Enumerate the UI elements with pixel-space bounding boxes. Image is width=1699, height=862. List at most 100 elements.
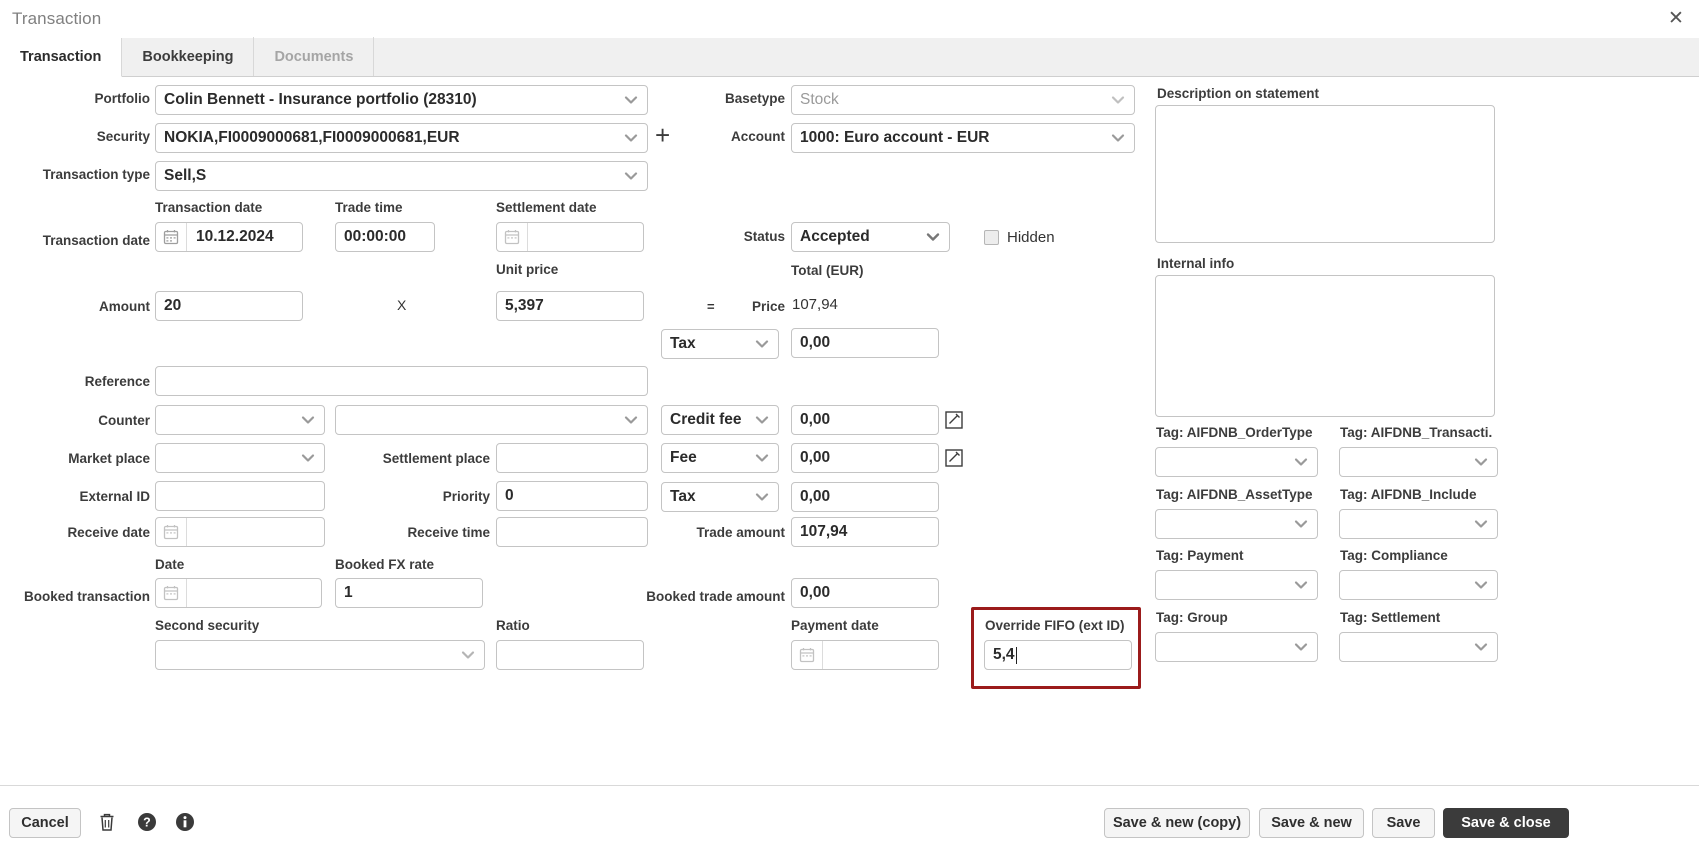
save-new-button[interactable]: Save & new xyxy=(1259,808,1364,838)
fee-amount-input[interactable]: 0,00 xyxy=(791,443,939,473)
chevron-down-icon xyxy=(1110,92,1126,108)
chevron-down-icon xyxy=(1110,130,1126,146)
status-select[interactable]: Accepted xyxy=(791,222,950,252)
priority-input[interactable]: 0 xyxy=(496,481,648,511)
receive-date-input[interactable] xyxy=(155,517,325,547)
cancel-button[interactable]: Cancel xyxy=(9,808,81,838)
booked-date-input[interactable] xyxy=(155,578,322,608)
text-caret xyxy=(1015,646,1017,664)
tag-order-type-select[interactable] xyxy=(1155,447,1318,477)
booked-fx-rate-value: 1 xyxy=(344,584,353,601)
tag-compliance-select[interactable] xyxy=(1339,570,1498,600)
external-id-input[interactable] xyxy=(155,481,325,511)
basetype-select[interactable]: Stock xyxy=(791,85,1135,115)
edit-icon[interactable] xyxy=(945,449,963,467)
reference-input[interactable] xyxy=(155,366,648,396)
save-close-button[interactable]: Save & close xyxy=(1443,808,1569,838)
transaction-date-value: 10.12.2024 xyxy=(196,228,274,245)
calendar-icon[interactable] xyxy=(497,223,528,251)
description-textarea[interactable] xyxy=(1155,105,1495,243)
unit-price-input[interactable]: 5,397 xyxy=(496,291,644,321)
amount-value: 20 xyxy=(164,297,182,314)
counter-secondary-select[interactable] xyxy=(335,405,648,435)
market-place-select[interactable] xyxy=(155,443,325,473)
tag-transaction-select[interactable] xyxy=(1339,447,1498,477)
hidden-checkbox-wrap[interactable]: Hidden xyxy=(984,229,1055,246)
tax2-select-value: Tax xyxy=(670,488,696,505)
second-security-select[interactable] xyxy=(155,640,485,670)
calendar-icon[interactable] xyxy=(792,641,823,669)
help-icon[interactable]: ? xyxy=(137,812,157,837)
chevron-down-icon xyxy=(460,647,476,663)
chevron-down-icon xyxy=(1293,639,1309,655)
settlement-date-input[interactable] xyxy=(496,222,644,252)
tag-group-caption: Tag: Group xyxy=(1156,610,1228,625)
tax2-select[interactable]: Tax xyxy=(661,482,779,512)
tag-settlement-select[interactable] xyxy=(1339,632,1498,662)
tag-group-select[interactable] xyxy=(1155,632,1318,662)
save-button[interactable]: Save xyxy=(1372,808,1435,838)
calendar-icon[interactable] xyxy=(156,518,187,546)
tab-filler xyxy=(374,37,1699,76)
tag-payment-select[interactable] xyxy=(1155,570,1318,600)
settlement-place-label: Settlement place xyxy=(382,451,490,466)
portfolio-select[interactable]: Colin Bennett - Insurance portfolio (283… xyxy=(155,85,648,115)
chevron-down-icon xyxy=(623,92,639,108)
receive-time-input[interactable] xyxy=(496,517,648,547)
credit-fee-amount-value: 0,00 xyxy=(800,411,831,428)
info-icon[interactable] xyxy=(175,812,195,837)
account-select[interactable]: 1000: Euro account - EUR xyxy=(791,123,1135,153)
tag-transaction-caption: Tag: AIFDNB_Transacti. xyxy=(1340,425,1493,440)
tax2-amount-input[interactable]: 0,00 xyxy=(791,482,939,512)
transaction-date-label: Transaction date xyxy=(42,233,150,248)
settlement-place-input[interactable] xyxy=(496,443,648,473)
description-caption: Description on statement xyxy=(1157,86,1320,101)
tab-documents[interactable]: Documents xyxy=(254,37,375,76)
counter-select[interactable] xyxy=(155,405,325,435)
chevron-down-icon xyxy=(300,450,316,466)
price-label: Price xyxy=(751,299,785,314)
tab-transaction[interactable]: Transaction xyxy=(0,38,123,77)
booked-fx-rate-input[interactable]: 1 xyxy=(335,578,483,608)
trade-amount-input[interactable]: 107,94 xyxy=(791,517,939,547)
tab-bookkeeping[interactable]: Bookkeeping xyxy=(122,37,255,76)
tab-bookkeeping-label: Bookkeeping xyxy=(142,48,234,65)
trade-time-input[interactable]: 00:00:00 xyxy=(335,222,435,252)
ratio-input[interactable] xyxy=(496,640,644,670)
credit-fee-select[interactable]: Credit fee xyxy=(661,405,779,435)
footer-bar: Cancel ? Save & new (copy) Save & new Sa… xyxy=(0,785,1699,862)
override-fifo-input[interactable]: 5,4 xyxy=(984,640,1132,670)
amount-input[interactable]: 20 xyxy=(155,291,303,321)
tag-include-select[interactable] xyxy=(1339,509,1498,539)
chevron-down-icon xyxy=(623,130,639,146)
transaction-date-caption: Transaction date xyxy=(155,200,263,215)
amount-label: Amount xyxy=(99,299,150,314)
chevron-down-icon xyxy=(1473,639,1489,655)
hidden-checkbox[interactable] xyxy=(984,230,999,245)
internal-info-textarea[interactable] xyxy=(1155,275,1495,417)
account-label: Account xyxy=(731,129,785,144)
transaction-type-value: Sell,S xyxy=(164,167,207,184)
security-select[interactable]: NOKIA,FI0009000681,FI0009000681,EUR xyxy=(155,123,648,153)
credit-fee-amount-input[interactable]: 0,00 xyxy=(791,405,939,435)
booked-trade-amount-input[interactable]: 0,00 xyxy=(791,578,939,608)
tax1-select[interactable]: Tax xyxy=(661,329,779,359)
calendar-icon[interactable] xyxy=(156,223,187,251)
transaction-date-input[interactable]: 10.12.2024 xyxy=(155,222,303,252)
calendar-icon[interactable] xyxy=(156,579,187,607)
trash-icon[interactable] xyxy=(98,812,116,837)
tax1-amount-input[interactable]: 0,00 xyxy=(791,328,939,358)
payment-date-input[interactable] xyxy=(791,640,939,670)
security-value: NOKIA,FI0009000681,FI0009000681,EUR xyxy=(164,129,460,146)
transaction-type-select[interactable]: Sell,S xyxy=(155,161,648,191)
transaction-dialog: Transaction ✕ Transaction Bookkeeping Do… xyxy=(0,0,1699,862)
close-icon[interactable]: ✕ xyxy=(1665,8,1687,30)
edit-icon[interactable] xyxy=(945,411,963,429)
save-button-label: Save xyxy=(1386,815,1421,831)
chevron-down-icon xyxy=(754,412,770,428)
trade-time-caption: Trade time xyxy=(335,200,403,215)
reference-label: Reference xyxy=(84,374,150,389)
save-new-copy-button[interactable]: Save & new (copy) xyxy=(1104,808,1250,838)
fee-select[interactable]: Fee xyxy=(661,443,779,473)
tag-asset-type-select[interactable] xyxy=(1155,509,1318,539)
